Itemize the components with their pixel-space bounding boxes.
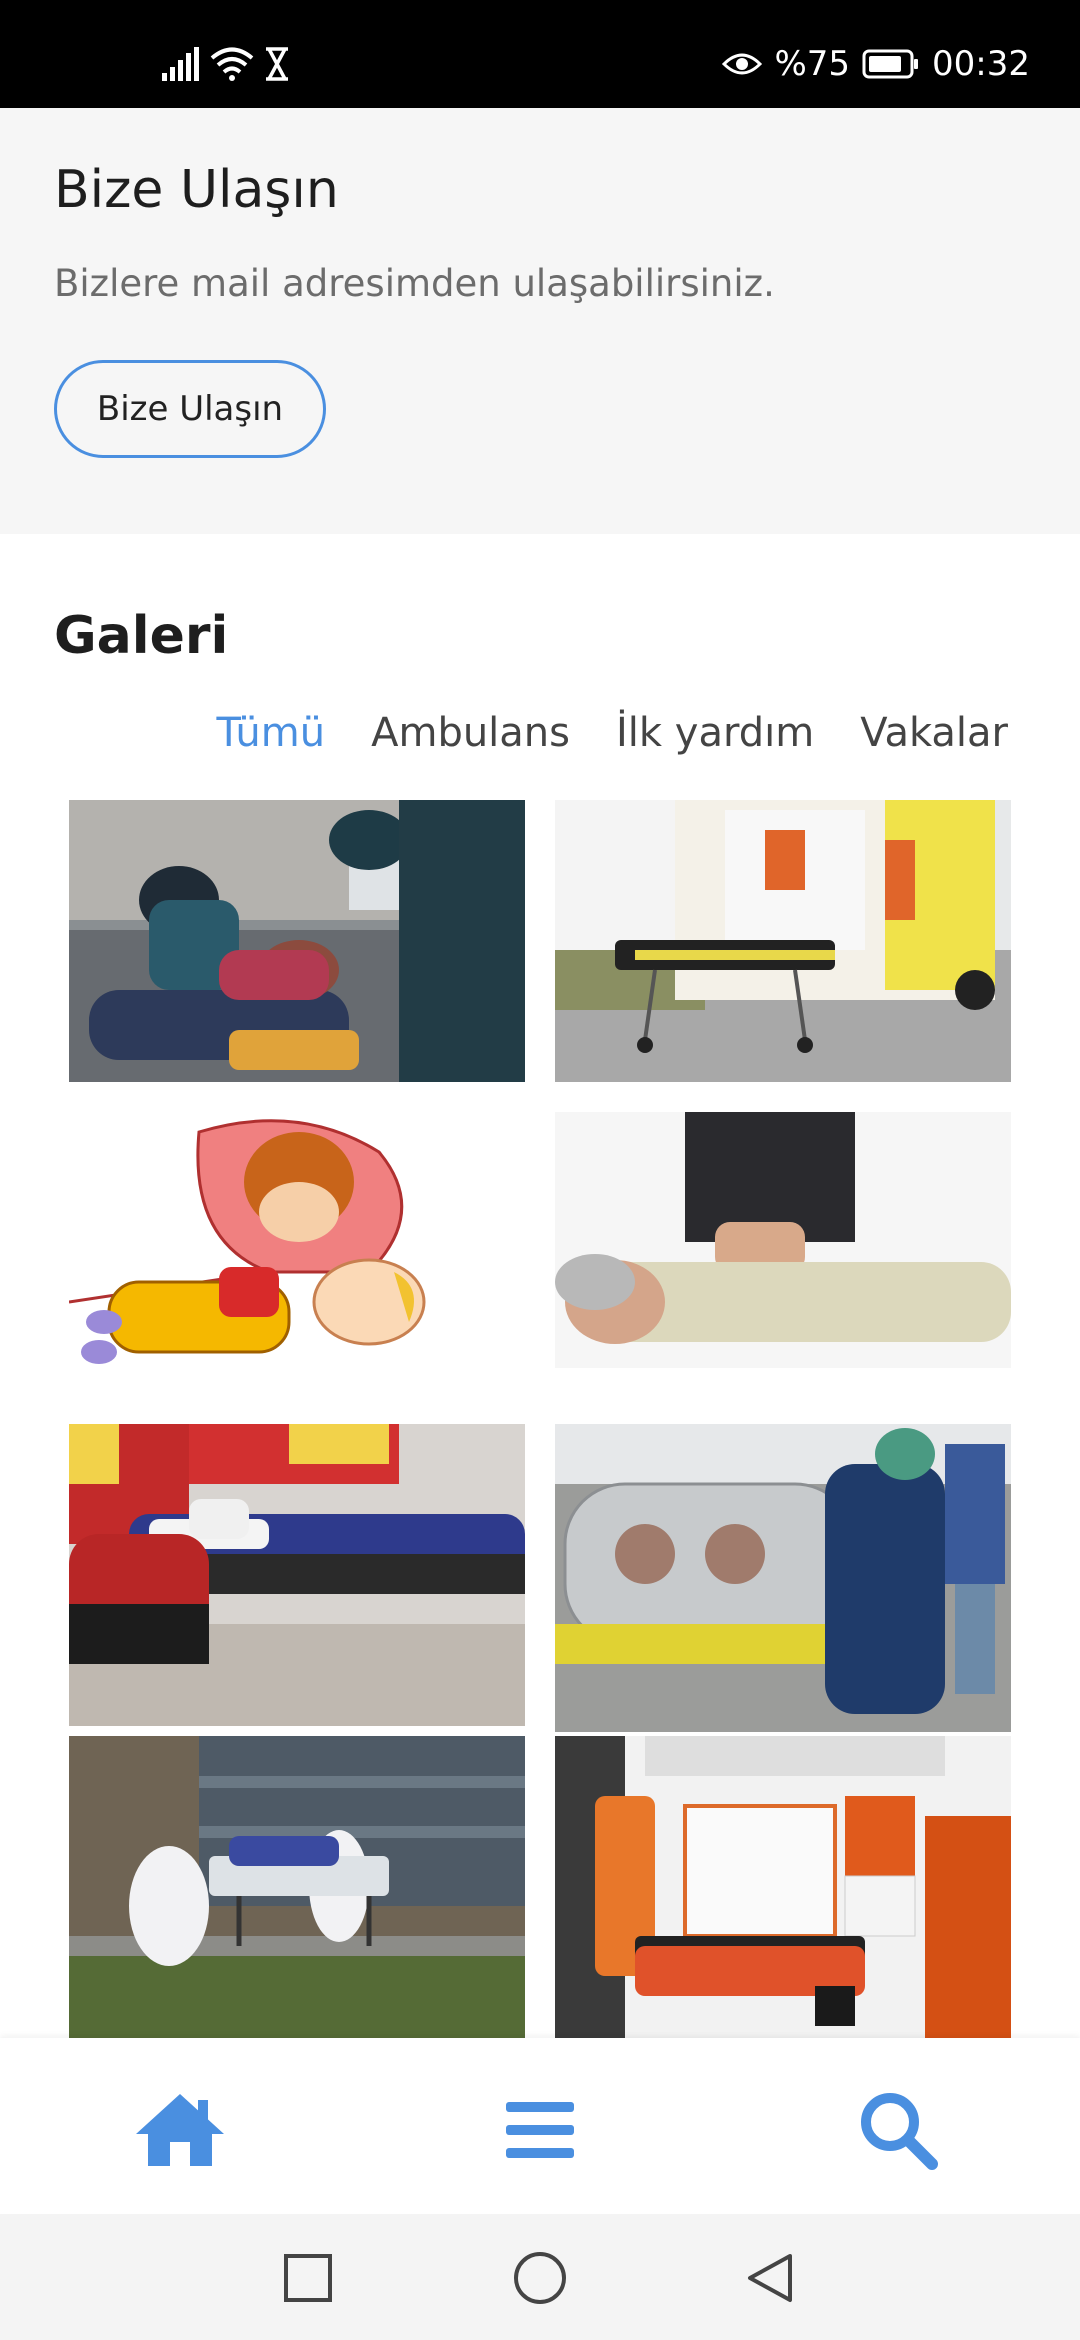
gallery-filters: Tümü Ambulans İlk yardım Vakalar (216, 710, 1008, 756)
contact-section: Bize Ulaşın Bizlere mail adresimden ulaş… (0, 108, 1080, 534)
battery-icon (862, 49, 919, 79)
search-icon[interactable] (852, 2090, 948, 2170)
menu-icon[interactable] (492, 2090, 588, 2170)
gallery-image-medical-team[interactable] (69, 1736, 525, 2038)
filter-ambulance[interactable]: Ambulans (371, 710, 570, 756)
gallery-image-ambulance-interior[interactable] (555, 1736, 1011, 2038)
home-icon[interactable] (132, 2090, 228, 2170)
contact-button[interactable]: Bize Ulaşın (54, 360, 326, 458)
back-triangle-icon[interactable] (740, 2248, 800, 2308)
gallery-image-first-aid-leg[interactable] (69, 1424, 525, 1726)
gallery-title: Galeri (54, 606, 229, 666)
filter-first-aid[interactable]: İlk yardım (616, 710, 814, 756)
gallery-image-cpr-illustration[interactable] (69, 1112, 525, 1368)
filter-cases[interactable]: Vakalar (860, 710, 1008, 756)
bottom-navigation (0, 2038, 1080, 2214)
gallery-image-paramedics[interactable] (69, 800, 525, 1082)
status-left-icons (160, 44, 290, 84)
filter-all[interactable]: Tümü (216, 710, 325, 756)
hourglass-icon (266, 47, 288, 81)
gallery-image-isolation[interactable] (555, 1424, 1011, 1732)
contact-description: Bizlere mail adresimden ulaşabilirsiniz. (54, 262, 775, 305)
gallery-image-ambulance[interactable] (555, 800, 1011, 1082)
clock: 00:32 (932, 44, 1030, 84)
gallery-image-cpr-adult[interactable] (555, 1112, 1011, 1368)
contact-title: Bize Ulaşın (54, 160, 339, 220)
battery-percent: %75 (774, 44, 851, 84)
wifi-icon (210, 47, 254, 81)
eye-icon (722, 53, 763, 75)
signal-icon (162, 47, 199, 81)
recents-square-icon[interactable] (278, 2248, 338, 2308)
system-navigation-bar (0, 2214, 1080, 2340)
status-right: %75 00:32 (722, 44, 1030, 84)
home-circle-icon[interactable] (510, 2248, 570, 2308)
status-bar: %75 00:32 (0, 0, 1080, 108)
